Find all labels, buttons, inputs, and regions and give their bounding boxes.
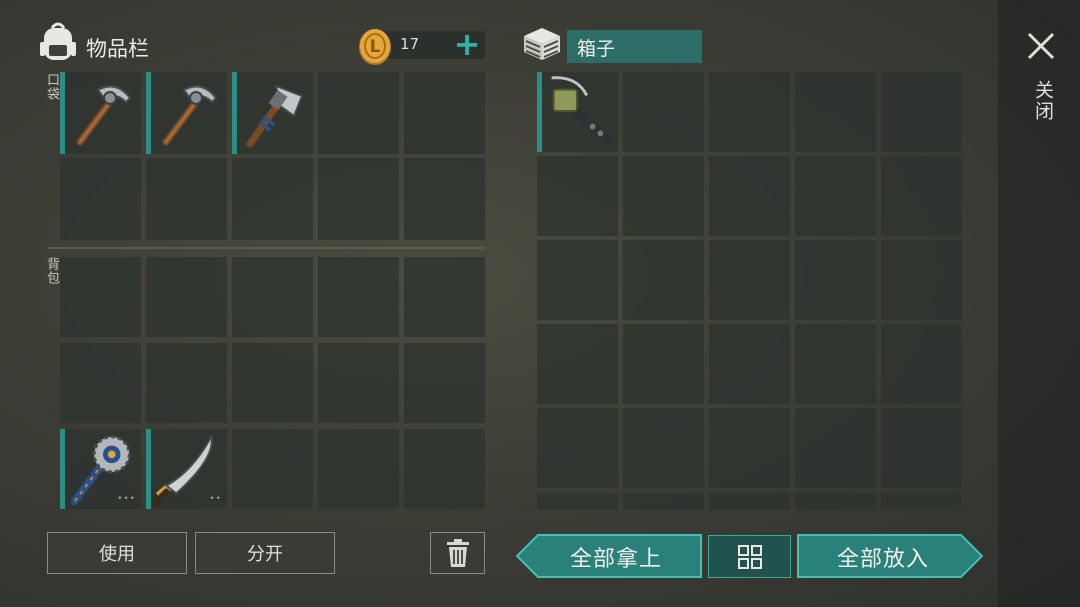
slot-crossbow[interactable] bbox=[537, 72, 618, 152]
empty-slot[interactable] bbox=[881, 72, 962, 152]
empty-slot[interactable] bbox=[537, 240, 618, 320]
empty-slot[interactable] bbox=[60, 343, 141, 423]
crossbow-icon bbox=[551, 76, 614, 146]
empty-slot[interactable] bbox=[881, 408, 962, 488]
box-name-field[interactable]: 箱子 bbox=[567, 30, 702, 63]
empty-slot[interactable] bbox=[232, 257, 313, 337]
close-button-label[interactable]: 关闭 bbox=[1030, 80, 1057, 122]
empty-slot[interactable] bbox=[881, 156, 962, 236]
box-grid bbox=[537, 72, 962, 488]
split-button[interactable]: 分开 bbox=[195, 532, 335, 574]
slot-hatchet[interactable] bbox=[232, 72, 313, 154]
empty-slot[interactable] bbox=[318, 257, 399, 337]
empty-slot[interactable] bbox=[318, 343, 399, 423]
slot[interactable] bbox=[537, 493, 618, 510]
empty-slot[interactable] bbox=[623, 156, 704, 236]
empty-slot[interactable] bbox=[404, 158, 485, 240]
empty-slot[interactable] bbox=[795, 156, 876, 236]
empty-slot[interactable] bbox=[709, 324, 790, 404]
box-title: 箱子 bbox=[577, 38, 616, 60]
durability-dots: ••• bbox=[117, 494, 136, 504]
coin-count: 17 bbox=[400, 35, 420, 53]
empty-slot[interactable] bbox=[404, 429, 485, 509]
empty-slot[interactable] bbox=[795, 408, 876, 488]
coin-icon: L bbox=[359, 29, 391, 65]
pickaxe-icon bbox=[76, 85, 132, 146]
empty-slot[interactable] bbox=[881, 240, 962, 320]
empty-slot[interactable] bbox=[537, 408, 618, 488]
take-all-label: 全部拿上 bbox=[569, 547, 662, 572]
empty-slot[interactable] bbox=[795, 72, 876, 152]
pickaxe-icon bbox=[162, 85, 218, 146]
backpack-label: 背包 bbox=[44, 257, 59, 285]
backpack-icon bbox=[40, 22, 76, 60]
empty-slot[interactable] bbox=[623, 408, 704, 488]
empty-slot[interactable] bbox=[318, 158, 399, 240]
box-icon bbox=[524, 28, 560, 60]
coin-counter: L 17 + bbox=[355, 28, 485, 65]
empty-slot[interactable] bbox=[709, 156, 790, 236]
slot-pickaxe[interactable] bbox=[60, 72, 141, 154]
empty-slot[interactable] bbox=[232, 158, 313, 240]
empty-slot[interactable] bbox=[146, 257, 227, 337]
empty-slot[interactable] bbox=[537, 324, 618, 404]
box-grid-overflow-row bbox=[537, 493, 962, 510]
hatchet-icon bbox=[246, 84, 304, 148]
empty-slot[interactable] bbox=[795, 324, 876, 404]
empty-slot[interactable] bbox=[146, 343, 227, 423]
empty-slot[interactable] bbox=[318, 72, 399, 154]
slot[interactable] bbox=[881, 493, 962, 510]
coin-symbol: L bbox=[370, 37, 381, 57]
slot-machete[interactable]: •• bbox=[146, 429, 227, 509]
empty-slot[interactable] bbox=[881, 324, 962, 404]
slot[interactable] bbox=[795, 493, 876, 510]
empty-slot[interactable] bbox=[623, 72, 704, 152]
empty-slot[interactable] bbox=[537, 156, 618, 236]
inventory-title: 物品栏 bbox=[86, 37, 149, 61]
slot-pickaxe[interactable] bbox=[146, 72, 227, 154]
trash-button[interactable] bbox=[430, 532, 485, 574]
empty-slot[interactable] bbox=[709, 240, 790, 320]
empty-slot[interactable] bbox=[318, 429, 399, 509]
empty-slot[interactable] bbox=[795, 240, 876, 320]
slot[interactable] bbox=[709, 493, 790, 510]
pocket-label: 口袋 bbox=[44, 73, 59, 101]
empty-slot[interactable] bbox=[146, 158, 227, 240]
empty-slot[interactable] bbox=[60, 158, 141, 240]
close-icon[interactable] bbox=[1026, 31, 1056, 61]
empty-slot[interactable] bbox=[232, 429, 313, 509]
slot-saw-mace[interactable]: ••• bbox=[60, 429, 141, 509]
sort-button[interactable] bbox=[708, 535, 791, 578]
empty-slot[interactable] bbox=[623, 324, 704, 404]
empty-slot[interactable] bbox=[404, 257, 485, 337]
trash-icon bbox=[446, 539, 469, 567]
empty-slot[interactable] bbox=[623, 240, 704, 320]
empty-slot[interactable] bbox=[404, 72, 485, 154]
add-coins-button[interactable]: + bbox=[452, 28, 482, 62]
put-all-label: 全部放入 bbox=[836, 547, 929, 572]
empty-slot[interactable] bbox=[709, 72, 790, 152]
sort-grid-icon bbox=[737, 544, 762, 569]
empty-slot[interactable] bbox=[404, 343, 485, 423]
use-button[interactable]: 使用 bbox=[47, 532, 187, 574]
empty-slot[interactable] bbox=[60, 257, 141, 337]
section-divider bbox=[48, 247, 485, 249]
backpack-grid: ••• •• bbox=[60, 257, 485, 509]
pocket-grid bbox=[60, 72, 485, 240]
empty-slot[interactable] bbox=[232, 343, 313, 423]
empty-slot[interactable] bbox=[709, 408, 790, 488]
slot[interactable] bbox=[623, 493, 704, 510]
durability-dots: •• bbox=[209, 494, 222, 504]
